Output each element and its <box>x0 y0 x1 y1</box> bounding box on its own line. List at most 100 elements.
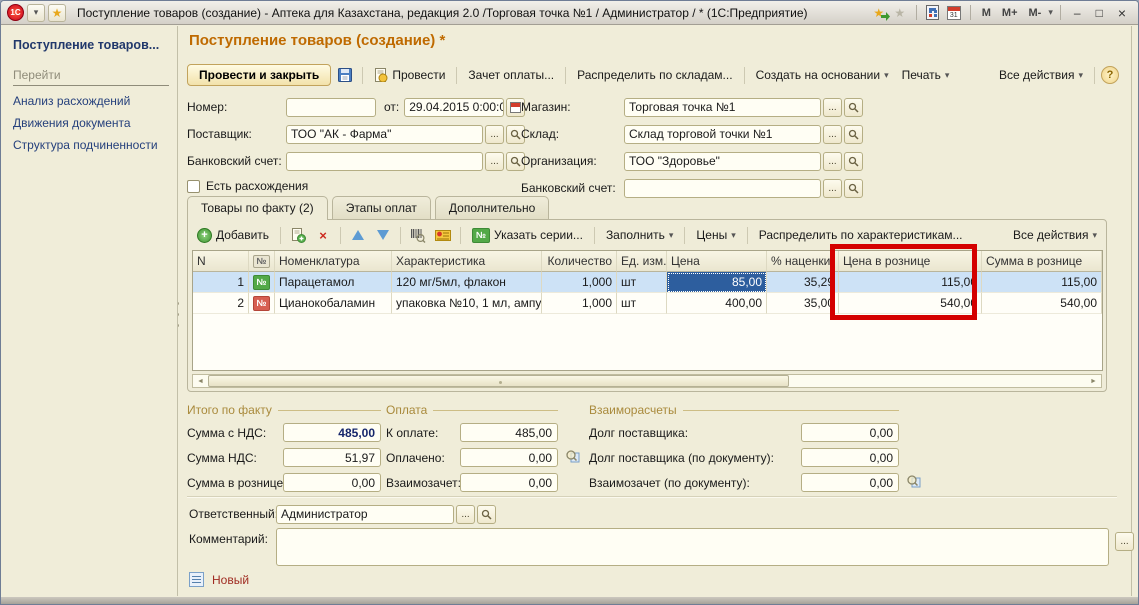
offset-value[interactable]: 0,00 <box>460 473 558 492</box>
calendar-button[interactable]: 31 <box>945 4 963 22</box>
create-based-on-button[interactable]: Создать на основании ▾ <box>751 65 894 85</box>
supplier-debt-doc-value[interactable]: 0,00 <box>801 448 899 467</box>
scrollbar-thumb[interactable] <box>208 375 789 387</box>
supplier-select-button[interactable]: ... <box>485 125 504 144</box>
organization-input[interactable]: ТОО "Здоровье" <box>624 152 821 171</box>
post-button[interactable]: Провести <box>369 65 450 85</box>
tab-additional[interactable]: Дополнительно <box>435 196 549 219</box>
cell-n[interactable]: 2 <box>193 293 249 314</box>
table-row[interactable]: 2 № Цианокобаламин упаковка №10, 1 мл, а… <box>193 293 1102 314</box>
cell-quantity[interactable]: 1,000 <box>542 272 617 293</box>
cell-price-selected[interactable]: 85,00 <box>667 272 767 293</box>
cell-quantity[interactable]: 1,000 <box>542 293 617 314</box>
supplier-input[interactable]: ТОО "АК - Фарма" <box>286 125 483 144</box>
bank-account2-select-button[interactable]: ... <box>823 179 842 198</box>
fill-button[interactable]: Заполнить ▾ <box>601 225 678 245</box>
maximize-button[interactable]: □ <box>1090 6 1109 20</box>
retail-sum-value[interactable]: 0,00 <box>283 473 381 492</box>
responsible-input[interactable]: Администратор <box>276 505 454 524</box>
paid-value[interactable]: 0,00 <box>460 448 558 467</box>
memory-plus-button[interactable]: M+ <box>998 7 1022 19</box>
discrepancies-checkbox[interactable] <box>187 180 200 193</box>
prices-button[interactable]: Цены ▾ <box>691 225 740 245</box>
close-button[interactable]: × <box>1112 5 1132 21</box>
header-retail-price[interactable]: Цена в рознице <box>839 251 982 272</box>
warehouse-search-button[interactable] <box>844 125 863 144</box>
to-pay-value[interactable]: 485,00 <box>460 423 558 442</box>
help-button[interactable]: ? <box>1101 66 1119 84</box>
responsible-search-button[interactable] <box>477 505 496 524</box>
cell-retail-price[interactable]: 540,00 <box>839 293 982 314</box>
system-menu-button[interactable]: ▾ <box>27 4 45 22</box>
specify-series-button[interactable]: № Указать серии... <box>467 225 588 246</box>
sidebar-link-discrepancy-analysis[interactable]: Анализ расхождений <box>13 94 169 108</box>
vat-value[interactable]: 51,97 <box>283 448 381 467</box>
number-input[interactable] <box>286 98 376 117</box>
comment-input[interactable] <box>276 528 1109 566</box>
cell-price[interactable]: 400,00 <box>667 293 767 314</box>
header-quantity[interactable]: Количество <box>542 251 617 272</box>
store-select-button[interactable]: ... <box>823 98 842 117</box>
distribute-characteristics-button[interactable]: Распределить по характеристикам... <box>754 225 968 245</box>
calculator-button[interactable] <box>924 4 942 22</box>
header-characteristic[interactable]: Характеристика <box>392 251 542 272</box>
cell-retail-sum[interactable]: 115,00 <box>982 272 1102 293</box>
table-row[interactable]: 1 № Парацетамол 120 мг/5мл, флакон 1,000… <box>193 272 1102 293</box>
organization-select-button[interactable]: ... <box>823 152 842 171</box>
header-retail-sum[interactable]: Сумма в рознице <box>982 251 1102 272</box>
favorites-button[interactable]: ★ <box>48 4 66 22</box>
titlebar-more-button[interactable]: ▾ <box>1048 7 1053 18</box>
header-price[interactable]: Цена <box>667 251 767 272</box>
header-nomenclature[interactable]: Номенклатура <box>275 251 392 272</box>
store-search-button[interactable] <box>844 98 863 117</box>
move-down-button[interactable] <box>372 225 394 245</box>
store-input[interactable]: Торговая точка №1 <box>624 98 821 117</box>
cell-retail-price[interactable]: 115,00 <box>839 272 982 293</box>
date-input[interactable]: 29.04.2015 0:00:00 <box>404 98 504 117</box>
sum-vat-value[interactable]: 485,00 <box>283 423 381 442</box>
delete-row-button[interactable]: × <box>312 225 334 245</box>
distribute-warehouses-button[interactable]: Распределить по складам... <box>572 65 737 85</box>
cell-markup[interactable]: 35,29 <box>767 272 839 293</box>
bank-account2-input[interactable] <box>624 179 821 198</box>
header-unit[interactable]: Ед. изм. <box>617 251 667 272</box>
cell-retail-sum[interactable]: 540,00 <box>982 293 1102 314</box>
price-check-button[interactable] <box>432 225 454 245</box>
offset-doc-details-button[interactable] <box>906 474 921 488</box>
sidebar-link-subordination-structure[interactable]: Структура подчиненности <box>13 138 169 152</box>
minimize-button[interactable]: – <box>1068 6 1087 20</box>
scroll-left-icon[interactable]: ◄ <box>193 375 208 387</box>
add-row-button[interactable]: + Добавить <box>192 225 274 246</box>
sidebar-link-document-movements[interactable]: Движения документа <box>13 116 169 130</box>
cell-nomenclature[interactable]: Цианокобаламин <box>275 293 392 314</box>
all-actions-button[interactable]: Все действия ▾ <box>994 65 1088 85</box>
tab-payment-stages[interactable]: Этапы оплат <box>332 196 431 219</box>
offset-doc-value[interactable]: 0,00 <box>801 473 899 492</box>
save-button[interactable] <box>334 65 356 85</box>
copy-row-button[interactable] <box>287 225 309 245</box>
cell-series-mark[interactable]: № <box>249 272 275 293</box>
header-series-mark[interactable]: № <box>249 251 275 272</box>
favorites-list-button[interactable]: ★ <box>891 4 909 22</box>
cell-series-mark[interactable]: № <box>249 293 275 314</box>
bank-account2-search-button[interactable] <box>844 179 863 198</box>
responsible-select-button[interactable]: ... <box>456 505 475 524</box>
cell-nomenclature[interactable]: Парацетамол <box>275 272 392 293</box>
payment-offset-button[interactable]: Зачет оплаты... <box>463 65 559 85</box>
organization-search-button[interactable] <box>844 152 863 171</box>
move-up-button[interactable] <box>347 225 369 245</box>
bank-account-select-button[interactable]: ... <box>485 152 504 171</box>
cell-markup[interactable]: 35,00 <box>767 293 839 314</box>
tab-goods-by-fact[interactable]: Товары по факту (2) <box>187 196 328 220</box>
header-n[interactable]: N <box>193 251 249 272</box>
supplier-debt-value[interactable]: 0,00 <box>801 423 899 442</box>
cell-unit[interactable]: шт <box>617 272 667 293</box>
add-to-favorites-button[interactable]: ★ <box>870 4 888 22</box>
header-markup[interactable]: % наценки <box>767 251 839 272</box>
bank-account-input[interactable] <box>286 152 483 171</box>
table-hscrollbar[interactable]: ◄ ► <box>192 374 1102 388</box>
warehouse-select-button[interactable]: ... <box>823 125 842 144</box>
comment-expand-button[interactable]: ... <box>1115 532 1134 551</box>
cell-n[interactable]: 1 <box>193 272 249 293</box>
cell-characteristic[interactable]: 120 мг/5мл, флакон <box>392 272 542 293</box>
